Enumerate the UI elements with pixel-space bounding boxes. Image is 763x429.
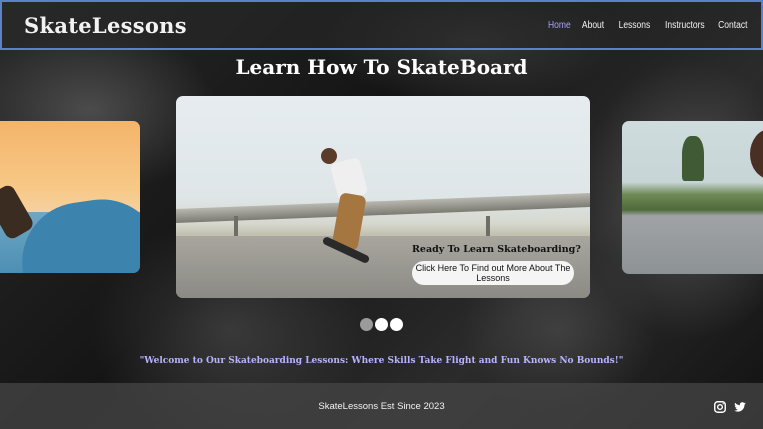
nav-home[interactable]: Home (548, 20, 571, 31)
footer-copyright: SkateLessons Est Since 2023 (318, 401, 445, 412)
guardrail-photo (176, 193, 590, 223)
carousel-slide-next[interactable] (622, 121, 763, 274)
nav-about[interactable]: About (582, 20, 604, 31)
site-footer: SkateLessons Est Since 2023 (0, 383, 763, 429)
lessons-info-button[interactable]: Click Here To Find out More About The Le… (412, 261, 574, 285)
person-photo (750, 129, 763, 179)
carousel-dot-2[interactable] (375, 318, 388, 331)
nav-lessons[interactable]: Lessons (618, 20, 650, 31)
carousel-dot-3[interactable] (390, 318, 403, 331)
skater-photo (321, 148, 337, 164)
carousel-dot-1[interactable] (360, 318, 373, 331)
twitter-icon[interactable] (733, 399, 747, 413)
tree-photo (682, 136, 704, 181)
carousel-dots (360, 318, 403, 331)
main-nav: Home About Lessons Instructors Contact (544, 20, 747, 31)
cta-heading: Ready To Learn Skateboarding? (412, 244, 581, 255)
skateboard-photo (14, 191, 140, 273)
hero-title: Learn How To SkateBoard (235, 55, 528, 79)
carousel-slide-prev[interactable] (0, 121, 140, 273)
site-logo[interactable]: SkateLessons (24, 13, 187, 38)
instagram-icon[interactable] (713, 399, 727, 413)
carousel-slide-active: Ready To Learn Skateboarding? Click Here… (176, 96, 590, 298)
site-header: SkateLessons Home About Lessons Instruct… (0, 0, 763, 50)
social-links (713, 399, 747, 413)
nav-instructors[interactable]: Instructors (665, 20, 705, 31)
nav-contact[interactable]: Contact (718, 20, 747, 31)
welcome-tagline: "Welcome to Our Skateboarding Lessons: W… (139, 356, 624, 366)
